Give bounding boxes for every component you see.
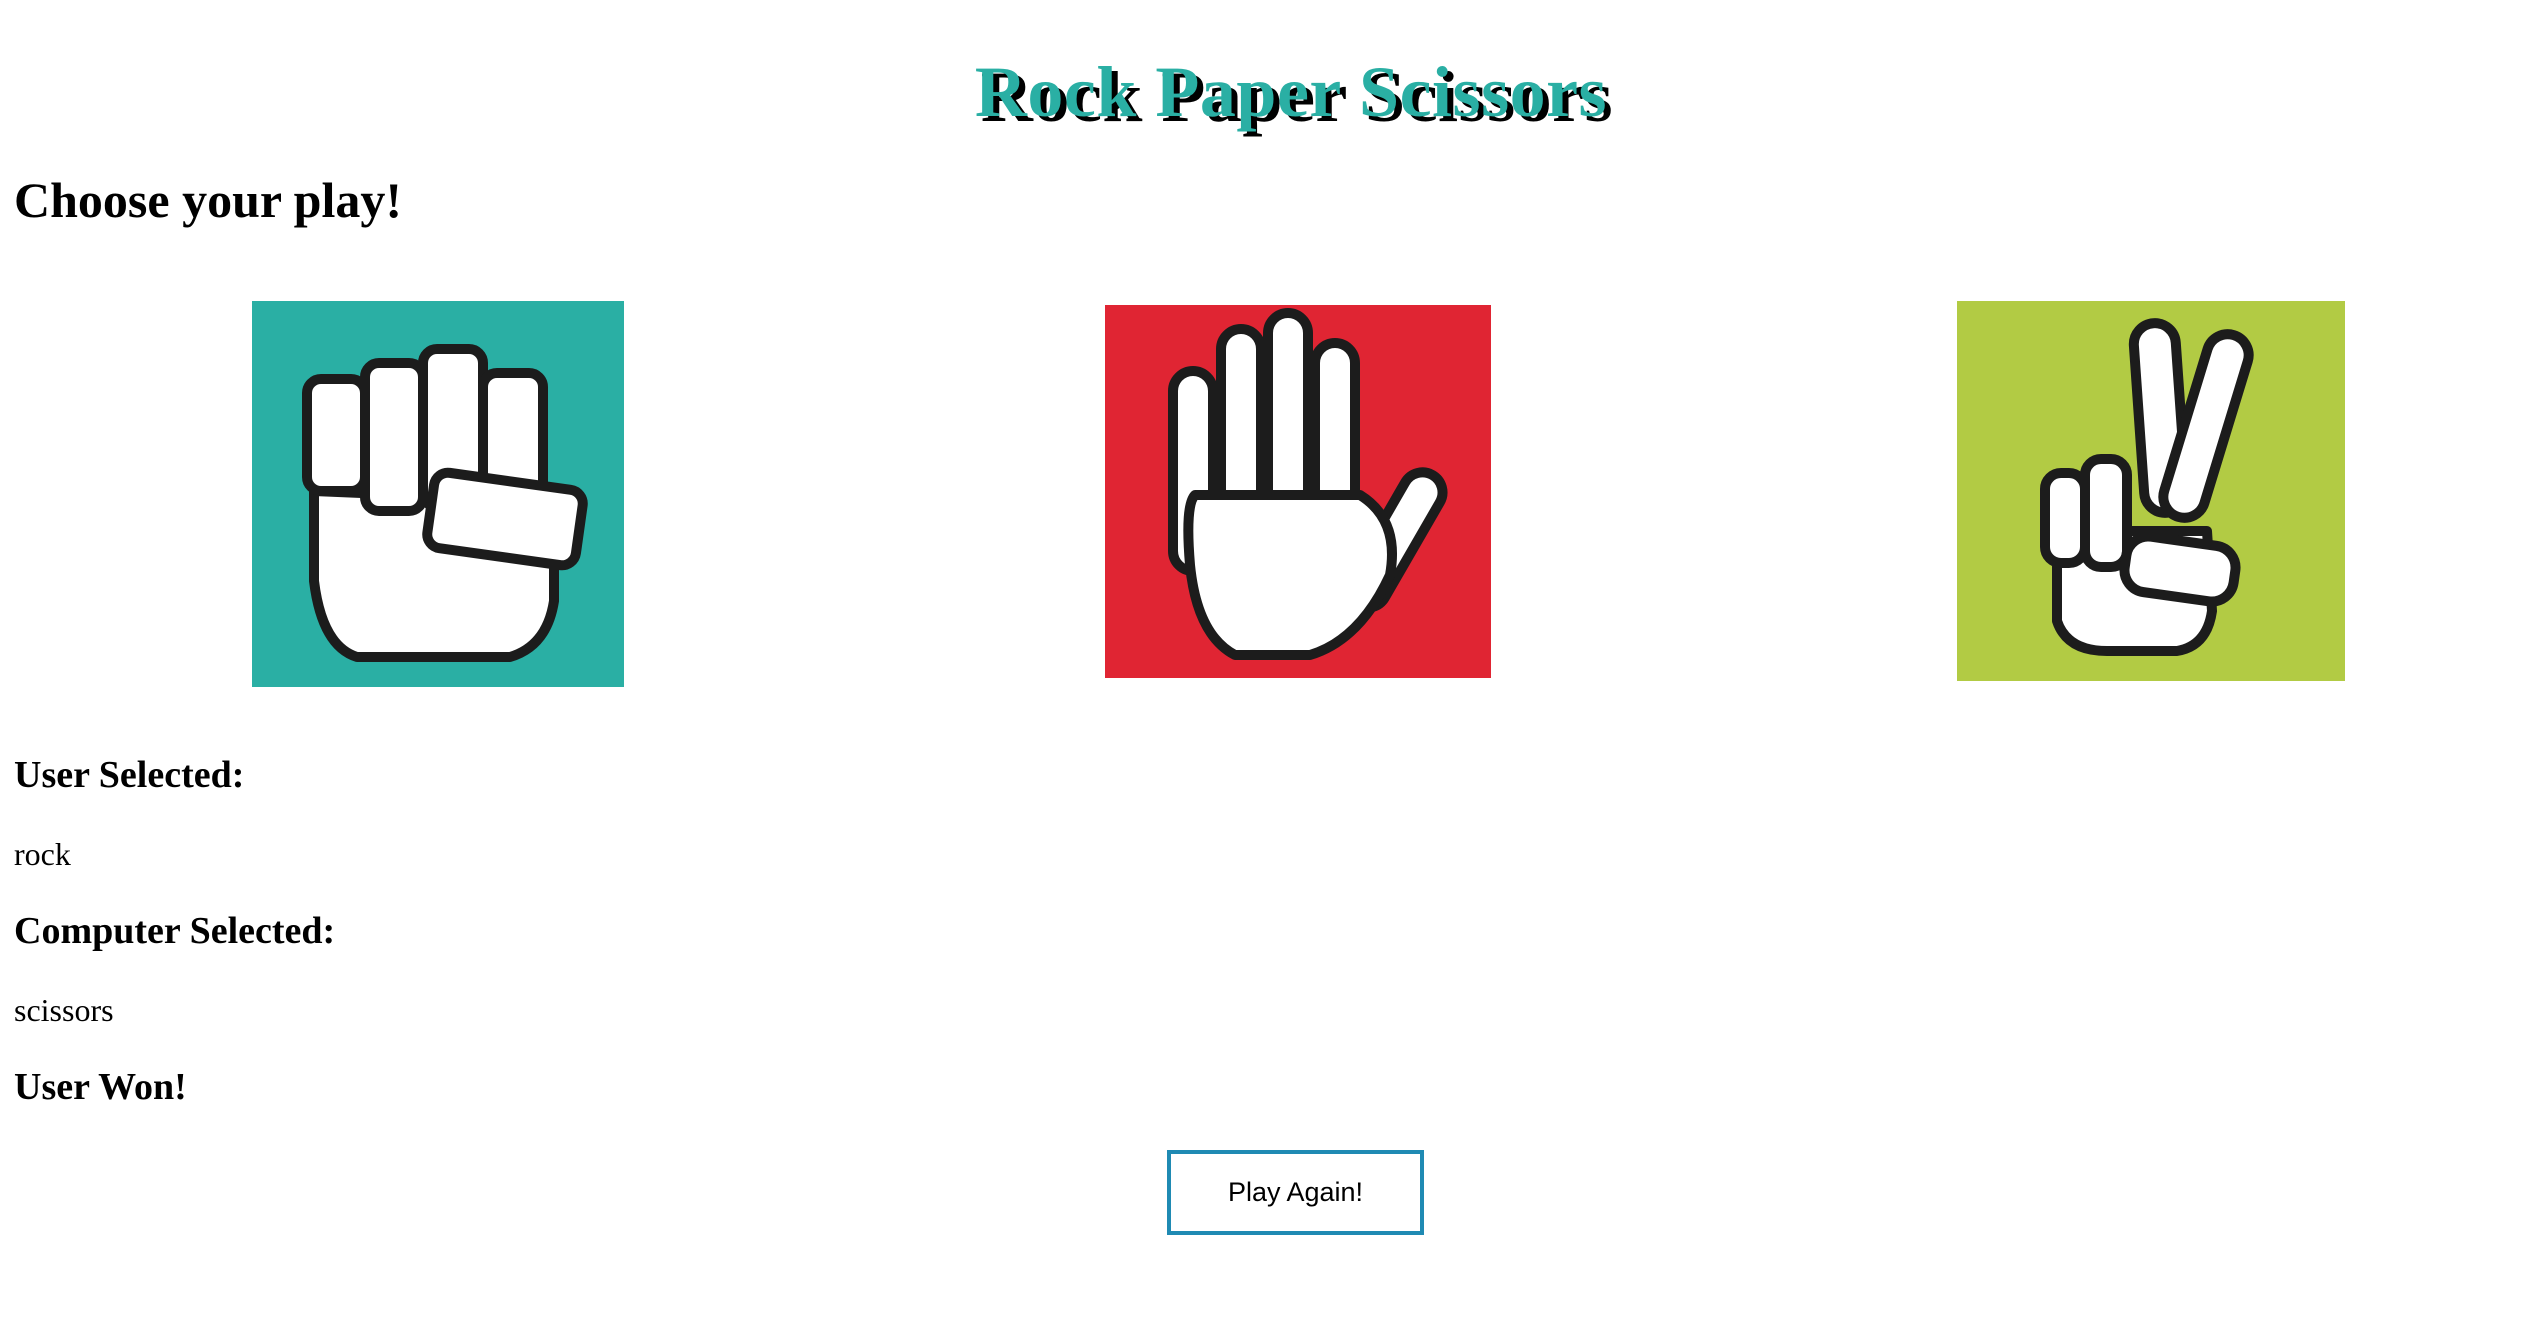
paper-hand-icon [1105,305,1491,678]
scissors-peace-icon [1957,301,2345,681]
result-heading: User Won! [14,1066,187,1108]
app: Rock Paper Scissors Choose your play! Us… [0,0,2540,1342]
rock-fist-icon [252,301,624,687]
scissors-choice[interactable] [1957,301,2345,681]
page-title: Rock Paper Scissors [974,52,1608,132]
computer-selected-heading: Computer Selected: [14,910,336,952]
user-selected-heading: User Selected: [14,754,245,796]
play-again-button[interactable]: Play Again! [1167,1150,1424,1235]
computer-selected-value: scissors [14,992,114,1028]
rock-choice[interactable] [252,301,624,687]
user-selected-value: rock [14,836,71,872]
choose-play-heading: Choose your play! [14,172,403,228]
paper-choice[interactable] [1105,305,1491,678]
